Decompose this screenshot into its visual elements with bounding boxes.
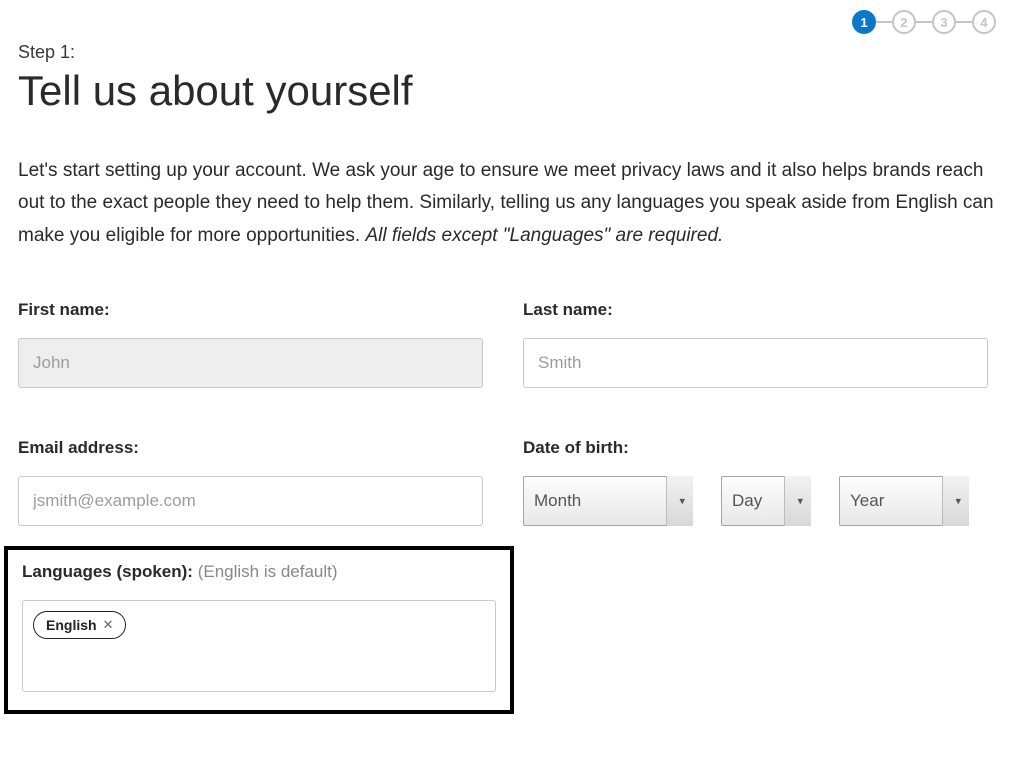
languages-label-text: Languages (spoken):	[22, 562, 193, 581]
dob-month-select[interactable]: Month	[523, 476, 693, 526]
first-name-group: First name:	[18, 300, 483, 388]
dob-day-wrap: Day ▾	[721, 476, 811, 526]
close-icon[interactable]: ✕	[103, 617, 114, 633]
intro-text-italic: All fields except "Languages" are requir…	[365, 225, 723, 246]
dob-row: Month ▾ Day ▾ Year ▾	[523, 476, 988, 526]
languages-highlight: Languages (spoken): (English is default)…	[4, 546, 514, 714]
last-name-group: Last name:	[523, 300, 988, 388]
intro-text: Let's start setting up your account. We …	[18, 155, 1003, 252]
progress-connector	[916, 21, 932, 23]
first-name-label: First name:	[18, 300, 483, 320]
form-grid: First name: Last name: Email address: Da…	[18, 300, 1006, 526]
email-input[interactable]	[18, 476, 483, 526]
email-label: Email address:	[18, 438, 483, 458]
dob-year-wrap: Year ▾	[839, 476, 969, 526]
page-title: Tell us about yourself	[18, 67, 1006, 115]
dob-group: Date of birth: Month ▾ Day ▾ Year ▾	[523, 438, 988, 526]
dob-day-select[interactable]: Day	[721, 476, 811, 526]
dob-month-wrap: Month ▾	[523, 476, 693, 526]
email-group: Email address:	[18, 438, 483, 526]
progress-step-1[interactable]: 1	[852, 10, 876, 34]
progress-connector	[876, 21, 892, 23]
language-tag-label: English	[46, 617, 97, 633]
progress-connector	[956, 21, 972, 23]
progress-step-2[interactable]: 2	[892, 10, 916, 34]
last-name-input[interactable]	[523, 338, 988, 388]
languages-label: Languages (spoken): (English is default)	[22, 562, 496, 582]
language-tag[interactable]: English ✕	[33, 611, 126, 639]
dob-year-select[interactable]: Year	[839, 476, 969, 526]
progress-step-4[interactable]: 4	[972, 10, 996, 34]
languages-input[interactable]: English ✕	[22, 600, 496, 692]
progress-step-3[interactable]: 3	[932, 10, 956, 34]
dob-label: Date of birth:	[523, 438, 988, 458]
progress-tracker: 1 2 3 4	[18, 10, 1006, 34]
step-label: Step 1:	[18, 42, 1006, 63]
first-name-input[interactable]	[18, 338, 483, 388]
languages-sublabel: (English is default)	[198, 562, 338, 581]
last-name-label: Last name:	[523, 300, 988, 320]
